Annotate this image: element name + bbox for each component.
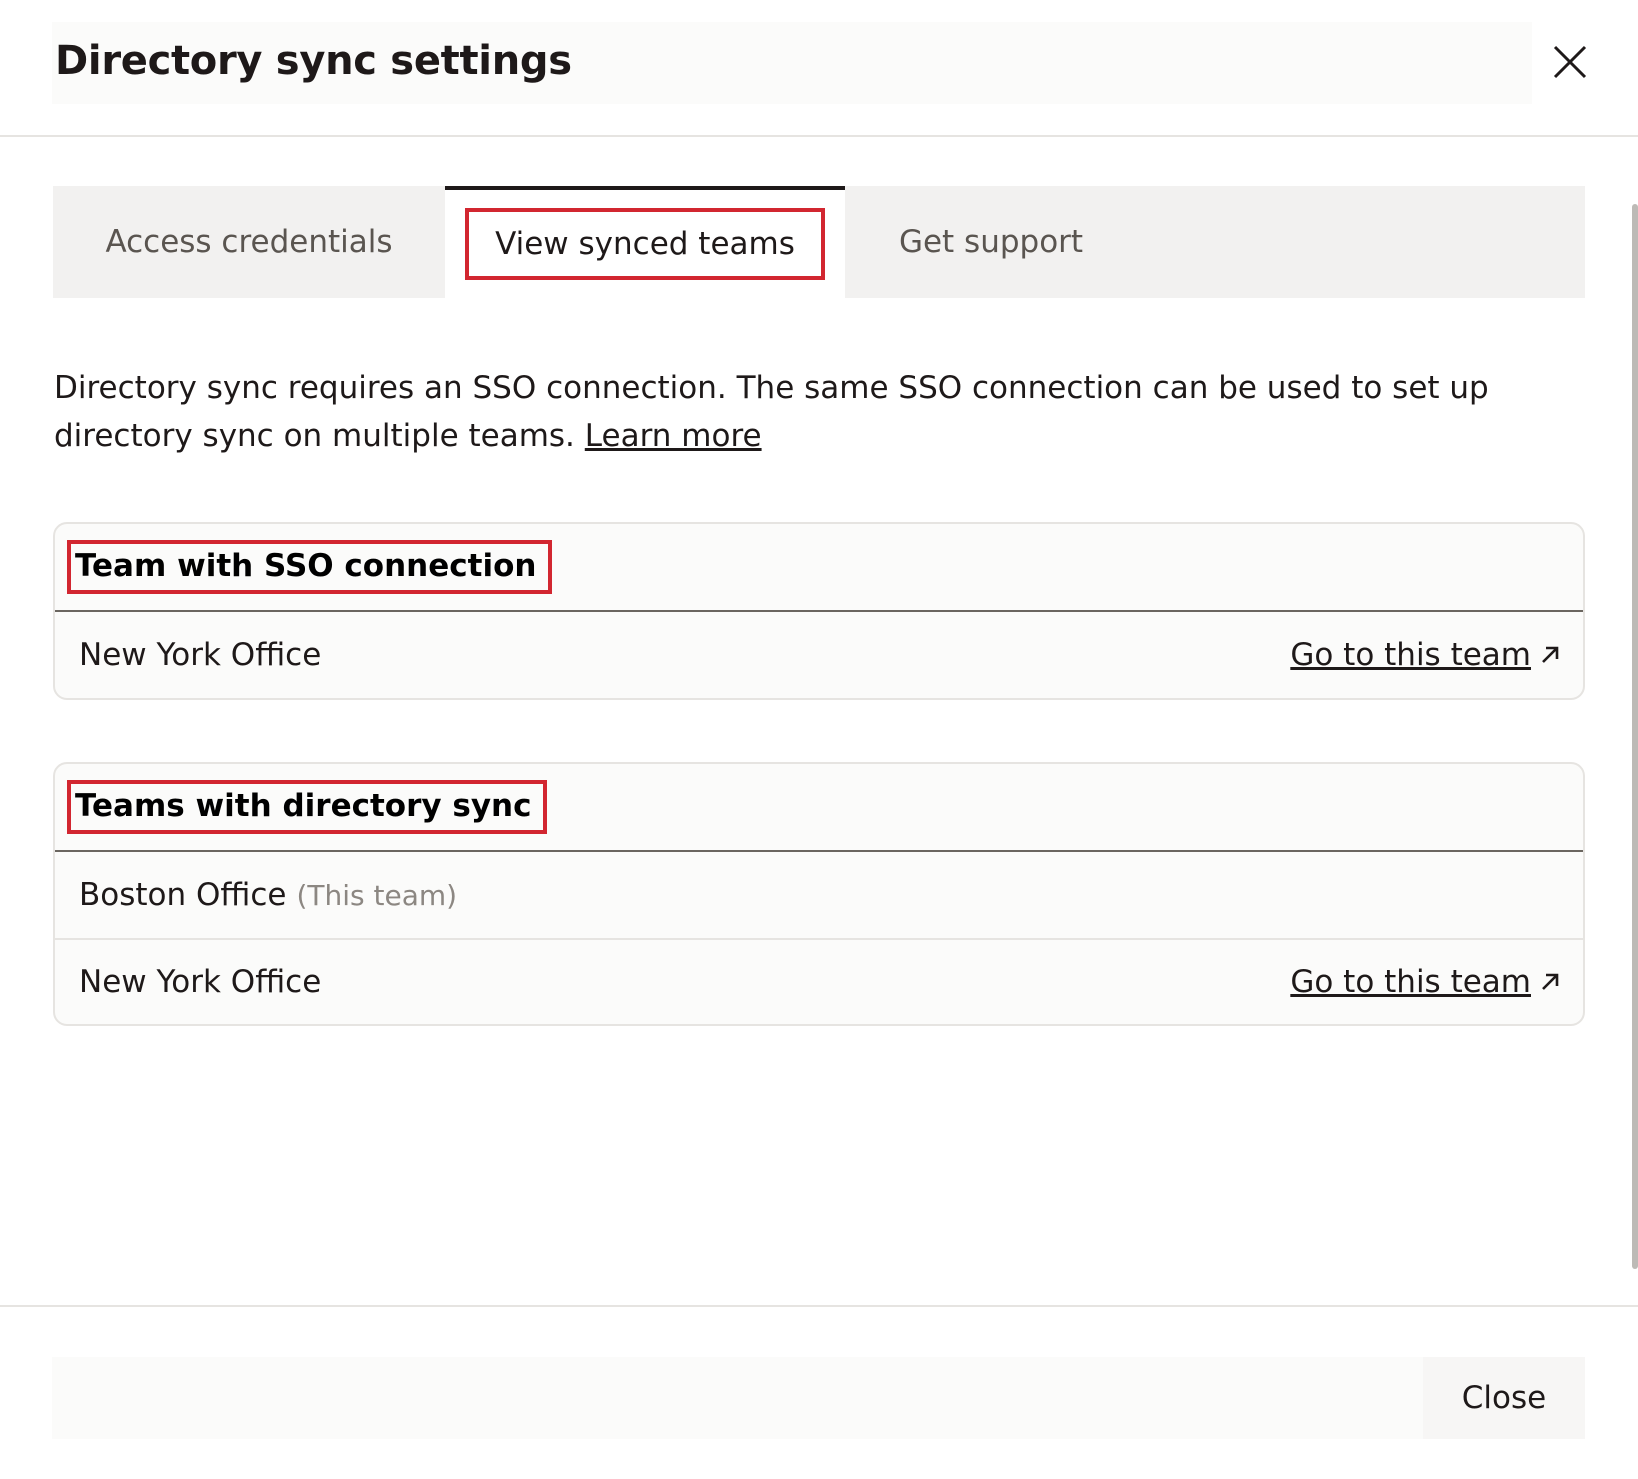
sso-team-card: Team with SSO connection New York Office…: [53, 522, 1585, 700]
close-icon[interactable]: [1540, 38, 1600, 86]
team-name: New York Office: [79, 637, 322, 673]
tab-get-support[interactable]: Get support: [845, 186, 1137, 298]
learn-more-link[interactable]: Learn more: [585, 418, 762, 454]
table-row: New York Office Go to this team: [55, 938, 1583, 1024]
team-name: Boston Office: [79, 877, 287, 913]
team-name: New York Office: [79, 964, 322, 1000]
tab-bar: Access credentials View synced teams Get…: [53, 186, 1585, 298]
tab-label: View synced teams: [465, 208, 825, 280]
link-label: Go to this team: [1290, 964, 1531, 1000]
tab-view-synced-teams[interactable]: View synced teams: [445, 186, 845, 298]
external-arrow-icon: [1542, 646, 1559, 663]
table-row: New York Office Go to this team: [55, 612, 1583, 698]
dialog-footer: Close: [0, 1305, 1638, 1479]
card-title: Teams with directory sync: [66, 780, 548, 834]
close-button[interactable]: Close: [1423, 1357, 1585, 1439]
directory-sync-teams-card: Teams with directory sync Boston Office …: [53, 762, 1585, 1026]
card-title: Team with SSO connection: [66, 540, 553, 594]
go-to-team-link[interactable]: Go to this team: [1290, 637, 1561, 673]
tab-access-credentials[interactable]: Access credentials: [53, 186, 445, 298]
link-label: Go to this team: [1290, 637, 1531, 673]
external-arrow-icon: [1542, 973, 1559, 990]
dialog-title: Directory sync settings: [55, 38, 572, 84]
tab-label: Get support: [898, 224, 1084, 260]
description-text: Directory sync requires an SSO connectio…: [54, 370, 1489, 454]
footer-area: [52, 1357, 1584, 1439]
tab-label: Access credentials: [105, 224, 393, 260]
this-team-note: (This team): [296, 878, 458, 912]
table-row: Boston Office (This team): [55, 852, 1583, 938]
card-header: Team with SSO connection: [55, 524, 1583, 612]
dialog-header: Directory sync settings: [0, 0, 1638, 137]
scrollbar[interactable]: [1632, 204, 1638, 1269]
card-header: Teams with directory sync: [55, 764, 1583, 852]
go-to-team-link[interactable]: Go to this team: [1290, 964, 1561, 1000]
description: Directory sync requires an SSO connectio…: [54, 364, 1594, 460]
